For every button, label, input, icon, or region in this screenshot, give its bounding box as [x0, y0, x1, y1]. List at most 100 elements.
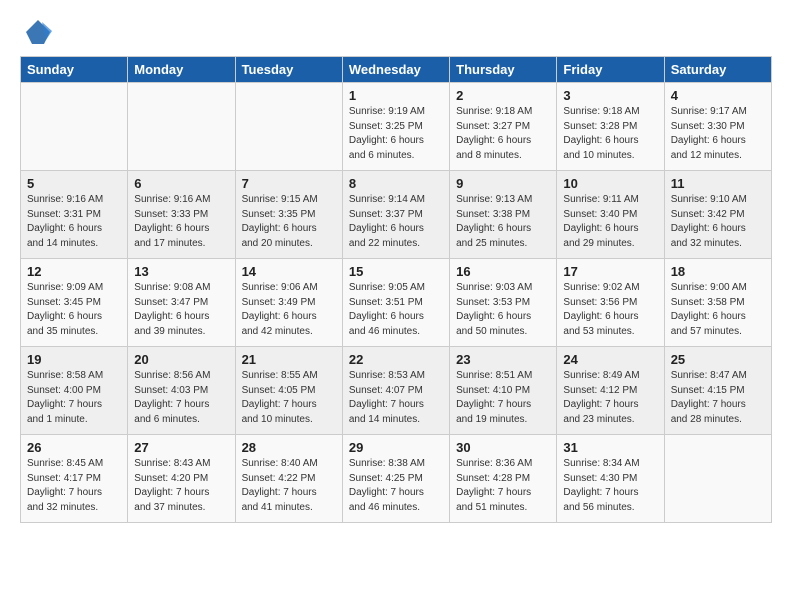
- calendar-header: SundayMondayTuesdayWednesdayThursdayFrid…: [21, 57, 772, 83]
- week-row-3: 12 Sunrise: 9:09 AM Sunset: 3:45 PM Dayli…: [21, 259, 772, 347]
- day-number: 22: [349, 352, 443, 367]
- day-cell: 4 Sunrise: 9:17 AM Sunset: 3:30 PM Daylig…: [664, 83, 771, 171]
- day-info: Sunrise: 9:09 AM Sunset: 3:45 PM Dayligh…: [27, 281, 121, 339]
- day-cell: 26 Sunrise: 8:45 AM Sunset: 4:17 PM Dayli…: [21, 435, 128, 523]
- calendar: SundayMondayTuesdayWednesdayThursdayFrid…: [20, 56, 772, 523]
- day-number: 5: [27, 176, 121, 191]
- day-info: Sunrise: 8:56 AM Sunset: 4:03 PM Dayligh…: [134, 369, 228, 427]
- day-number: 13: [134, 264, 228, 279]
- day-info: Sunrise: 8:49 AM Sunset: 4:12 PM Dayligh…: [563, 369, 657, 427]
- day-info: Sunrise: 8:47 AM Sunset: 4:15 PM Dayligh…: [671, 369, 765, 427]
- logo: [20, 18, 52, 46]
- day-cell: 25 Sunrise: 8:47 AM Sunset: 4:15 PM Dayli…: [664, 347, 771, 435]
- day-number: 30: [456, 440, 550, 455]
- weekday-header-friday: Friday: [557, 57, 664, 83]
- day-number: 3: [563, 88, 657, 103]
- day-cell: 23 Sunrise: 8:51 AM Sunset: 4:10 PM Dayli…: [450, 347, 557, 435]
- day-cell: 13 Sunrise: 9:08 AM Sunset: 3:47 PM Dayli…: [128, 259, 235, 347]
- day-cell: 11 Sunrise: 9:10 AM Sunset: 3:42 PM Dayli…: [664, 171, 771, 259]
- day-number: 24: [563, 352, 657, 367]
- day-cell: 27 Sunrise: 8:43 AM Sunset: 4:20 PM Dayli…: [128, 435, 235, 523]
- day-number: 2: [456, 88, 550, 103]
- day-info: Sunrise: 8:43 AM Sunset: 4:20 PM Dayligh…: [134, 457, 228, 515]
- day-cell: 28Sunrise: 8:40 AM Sunset: 4:22 PM Dayli…: [235, 435, 342, 523]
- day-info: Sunrise: 8:53 AM Sunset: 4:07 PM Dayligh…: [349, 369, 443, 427]
- day-cell: [21, 83, 128, 171]
- weekday-header-monday: Monday: [128, 57, 235, 83]
- day-cell: 21 Sunrise: 8:55 AM Sunset: 4:05 PM Dayli…: [235, 347, 342, 435]
- weekday-header-saturday: Saturday: [664, 57, 771, 83]
- calendar-body: 1 Sunrise: 9:19 AM Sunset: 3:25 PM Daylig…: [21, 83, 772, 523]
- day-cell: 5 Sunrise: 9:16 AM Sunset: 3:31 PM Daylig…: [21, 171, 128, 259]
- day-cell: [128, 83, 235, 171]
- day-info: Sunrise: 9:17 AM Sunset: 3:30 PM Dayligh…: [671, 105, 765, 163]
- weekday-header-tuesday: Tuesday: [235, 57, 342, 83]
- day-info: Sunrise: 9:10 AM Sunset: 3:42 PM Dayligh…: [671, 193, 765, 251]
- day-number: 1: [349, 88, 443, 103]
- day-cell: 17Sunrise: 9:02 AM Sunset: 3:56 PM Dayli…: [557, 259, 664, 347]
- day-info: Sunrise: 8:34 AM Sunset: 4:30 PM Dayligh…: [563, 457, 657, 515]
- day-info: Sunrise: 8:51 AM Sunset: 4:10 PM Dayligh…: [456, 369, 550, 427]
- day-info: Sunrise: 9:06 AM Sunset: 3:49 PM Dayligh…: [242, 281, 336, 339]
- logo-icon: [24, 18, 52, 46]
- day-info: Sunrise: 9:05 AM Sunset: 3:51 PM Dayligh…: [349, 281, 443, 339]
- week-row-5: 26 Sunrise: 8:45 AM Sunset: 4:17 PM Dayli…: [21, 435, 772, 523]
- day-number: 25: [671, 352, 765, 367]
- day-number: 27: [134, 440, 228, 455]
- day-info: Sunrise: 9:02 AM Sunset: 3:56 PM Dayligh…: [563, 281, 657, 339]
- day-number: 8: [349, 176, 443, 191]
- day-cell: 31Sunrise: 8:34 AM Sunset: 4:30 PM Dayli…: [557, 435, 664, 523]
- day-number: 26: [27, 440, 121, 455]
- day-cell: 18 Sunrise: 9:00 AM Sunset: 3:58 PM Dayli…: [664, 259, 771, 347]
- day-cell: 22 Sunrise: 8:53 AM Sunset: 4:07 PM Dayli…: [342, 347, 449, 435]
- day-cell: 1 Sunrise: 9:19 AM Sunset: 3:25 PM Daylig…: [342, 83, 449, 171]
- day-info: Sunrise: 8:36 AM Sunset: 4:28 PM Dayligh…: [456, 457, 550, 515]
- day-number: 14: [242, 264, 336, 279]
- day-number: 29: [349, 440, 443, 455]
- day-number: 9: [456, 176, 550, 191]
- day-number: 28: [242, 440, 336, 455]
- day-info: Sunrise: 9:14 AM Sunset: 3:37 PM Dayligh…: [349, 193, 443, 251]
- day-cell: 2 Sunrise: 9:18 AM Sunset: 3:27 PM Daylig…: [450, 83, 557, 171]
- day-cell: 10Sunrise: 9:11 AM Sunset: 3:40 PM Dayli…: [557, 171, 664, 259]
- weekday-header-thursday: Thursday: [450, 57, 557, 83]
- day-number: 23: [456, 352, 550, 367]
- day-cell: 24 Sunrise: 8:49 AM Sunset: 4:12 PM Dayli…: [557, 347, 664, 435]
- day-info: Sunrise: 9:11 AM Sunset: 3:40 PM Dayligh…: [563, 193, 657, 251]
- day-number: 21: [242, 352, 336, 367]
- week-row-1: 1 Sunrise: 9:19 AM Sunset: 3:25 PM Daylig…: [21, 83, 772, 171]
- day-info: Sunrise: 8:45 AM Sunset: 4:17 PM Dayligh…: [27, 457, 121, 515]
- week-row-2: 5 Sunrise: 9:16 AM Sunset: 3:31 PM Daylig…: [21, 171, 772, 259]
- weekday-header-sunday: Sunday: [21, 57, 128, 83]
- day-info: Sunrise: 9:18 AM Sunset: 3:27 PM Dayligh…: [456, 105, 550, 163]
- day-info: Sunrise: 9:15 AM Sunset: 3:35 PM Dayligh…: [242, 193, 336, 251]
- weekday-row: SundayMondayTuesdayWednesdayThursdayFrid…: [21, 57, 772, 83]
- day-cell: 8 Sunrise: 9:14 AM Sunset: 3:37 PM Daylig…: [342, 171, 449, 259]
- day-number: 11: [671, 176, 765, 191]
- day-number: 18: [671, 264, 765, 279]
- day-info: Sunrise: 8:55 AM Sunset: 4:05 PM Dayligh…: [242, 369, 336, 427]
- day-cell: [664, 435, 771, 523]
- day-cell: 9Sunrise: 9:13 AM Sunset: 3:38 PM Daylig…: [450, 171, 557, 259]
- day-info: Sunrise: 9:19 AM Sunset: 3:25 PM Dayligh…: [349, 105, 443, 163]
- day-info: Sunrise: 9:16 AM Sunset: 3:31 PM Dayligh…: [27, 193, 121, 251]
- day-info: Sunrise: 9:08 AM Sunset: 3:47 PM Dayligh…: [134, 281, 228, 339]
- day-number: 19: [27, 352, 121, 367]
- day-number: 16: [456, 264, 550, 279]
- day-cell: 29Sunrise: 8:38 AM Sunset: 4:25 PM Dayli…: [342, 435, 449, 523]
- weekday-header-wednesday: Wednesday: [342, 57, 449, 83]
- page: SundayMondayTuesdayWednesdayThursdayFrid…: [0, 0, 792, 612]
- day-number: 12: [27, 264, 121, 279]
- day-cell: 3 Sunrise: 9:18 AM Sunset: 3:28 PM Daylig…: [557, 83, 664, 171]
- week-row-4: 19Sunrise: 8:58 AM Sunset: 4:00 PM Dayli…: [21, 347, 772, 435]
- day-number: 7: [242, 176, 336, 191]
- day-cell: 15 Sunrise: 9:05 AM Sunset: 3:51 PM Dayli…: [342, 259, 449, 347]
- day-info: Sunrise: 9:16 AM Sunset: 3:33 PM Dayligh…: [134, 193, 228, 251]
- day-info: Sunrise: 9:18 AM Sunset: 3:28 PM Dayligh…: [563, 105, 657, 163]
- day-cell: 19Sunrise: 8:58 AM Sunset: 4:00 PM Dayli…: [21, 347, 128, 435]
- day-cell: 30 Sunrise: 8:36 AM Sunset: 4:28 PM Dayli…: [450, 435, 557, 523]
- day-cell: 12 Sunrise: 9:09 AM Sunset: 3:45 PM Dayli…: [21, 259, 128, 347]
- day-info: Sunrise: 9:00 AM Sunset: 3:58 PM Dayligh…: [671, 281, 765, 339]
- day-number: 4: [671, 88, 765, 103]
- day-number: 15: [349, 264, 443, 279]
